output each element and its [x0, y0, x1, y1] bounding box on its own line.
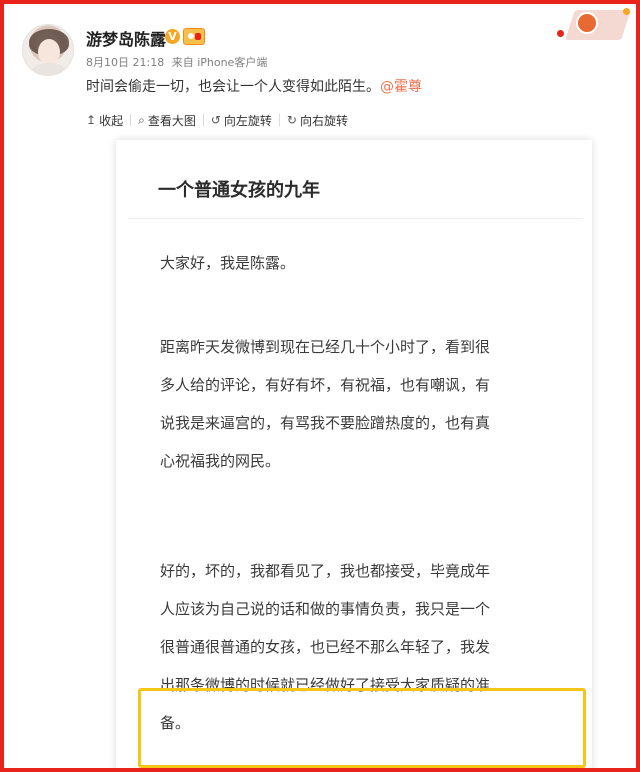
post-image[interactable]: 一个普通女孩的九年 大家好，我是陈露。 距离昨天发微博到现在已经几十个小时了，看…: [116, 140, 592, 772]
post-meta: 8月10日 21:18 来自 iPhone客户端: [86, 54, 267, 70]
article-line: 人应该为自己说的话和做的事情负责，我只是一个: [160, 600, 491, 618]
zoom-icon: ⌕: [138, 112, 145, 127]
rotate-right-icon: ↻: [286, 113, 297, 127]
article-line: 大家好，我是陈露。: [160, 254, 296, 272]
post-body: 时间会偷走一切，也会让一个人变得如此陌生。: [86, 79, 380, 95]
collapse-label: 收起: [99, 113, 124, 128]
rotate-right-label: 向右旋转: [299, 113, 348, 128]
collapse-button[interactable]: ↥ 收起: [86, 112, 123, 129]
collapse-icon: ↥: [86, 113, 97, 127]
post-time[interactable]: 8月10日 21:18: [86, 56, 164, 69]
verified-badge-icon: V: [165, 29, 180, 44]
title-divider: [128, 218, 582, 219]
toolbar-divider: [130, 114, 132, 126]
festival-decoration-icon: [550, 4, 634, 44]
article-line: 说我是来逼宫的，有骂我不要脸蹭热度的，也有真: [160, 414, 491, 432]
article-paragraph: 距离昨天发微博到现在已经几十个小时了，看到很 多人给的评论，有好有坏，有祝福，也…: [160, 328, 560, 480]
post-text: 时间会偷走一切，也会让一个人变得如此陌生。@霍尊: [86, 76, 422, 96]
rotate-left-button[interactable]: ↺ 向左旋转: [211, 112, 272, 129]
rotate-left-label: 向左旋转: [223, 113, 272, 128]
article-paragraph: 大家好，我是陈露。: [160, 244, 560, 282]
article-line: 多人给的评论，有好有坏，有祝福，也有嘲讽，有: [160, 376, 491, 394]
article-title: 一个普通女孩的九年: [158, 180, 320, 201]
article-line: 很普通很普通的女孩，也已经不那么年轻了，我发: [160, 638, 491, 656]
mention-link[interactable]: @霍尊: [380, 79, 422, 95]
toolbar-divider: [278, 114, 280, 126]
avatar[interactable]: [22, 24, 74, 76]
article-line: 心祝福我的网民。: [160, 452, 281, 470]
highlight-box: [138, 688, 586, 768]
post-source: 来自 iPhone客户端: [171, 56, 268, 69]
view-large-image-button[interactable]: ⌕ 查看大图: [138, 112, 196, 129]
view-large-image-label: 查看大图: [147, 113, 196, 128]
member-level-icon: [183, 28, 205, 45]
rotate-right-button[interactable]: ↻ 向右旋转: [287, 112, 348, 129]
article-line: 距离昨天发微博到现在已经几十个小时了，看到很: [160, 338, 491, 356]
image-toolbar: ↥ 收起 ⌕ 查看大图 ↺ 向左旋转 ↻ 向右旋转: [86, 110, 348, 130]
rotate-left-icon: ↺: [210, 113, 221, 127]
toolbar-divider: [202, 114, 204, 126]
article-line: 好的，坏的，我都看见了，我也都接受，毕竟成年: [160, 562, 491, 580]
username[interactable]: 游梦岛陈露: [86, 26, 166, 50]
